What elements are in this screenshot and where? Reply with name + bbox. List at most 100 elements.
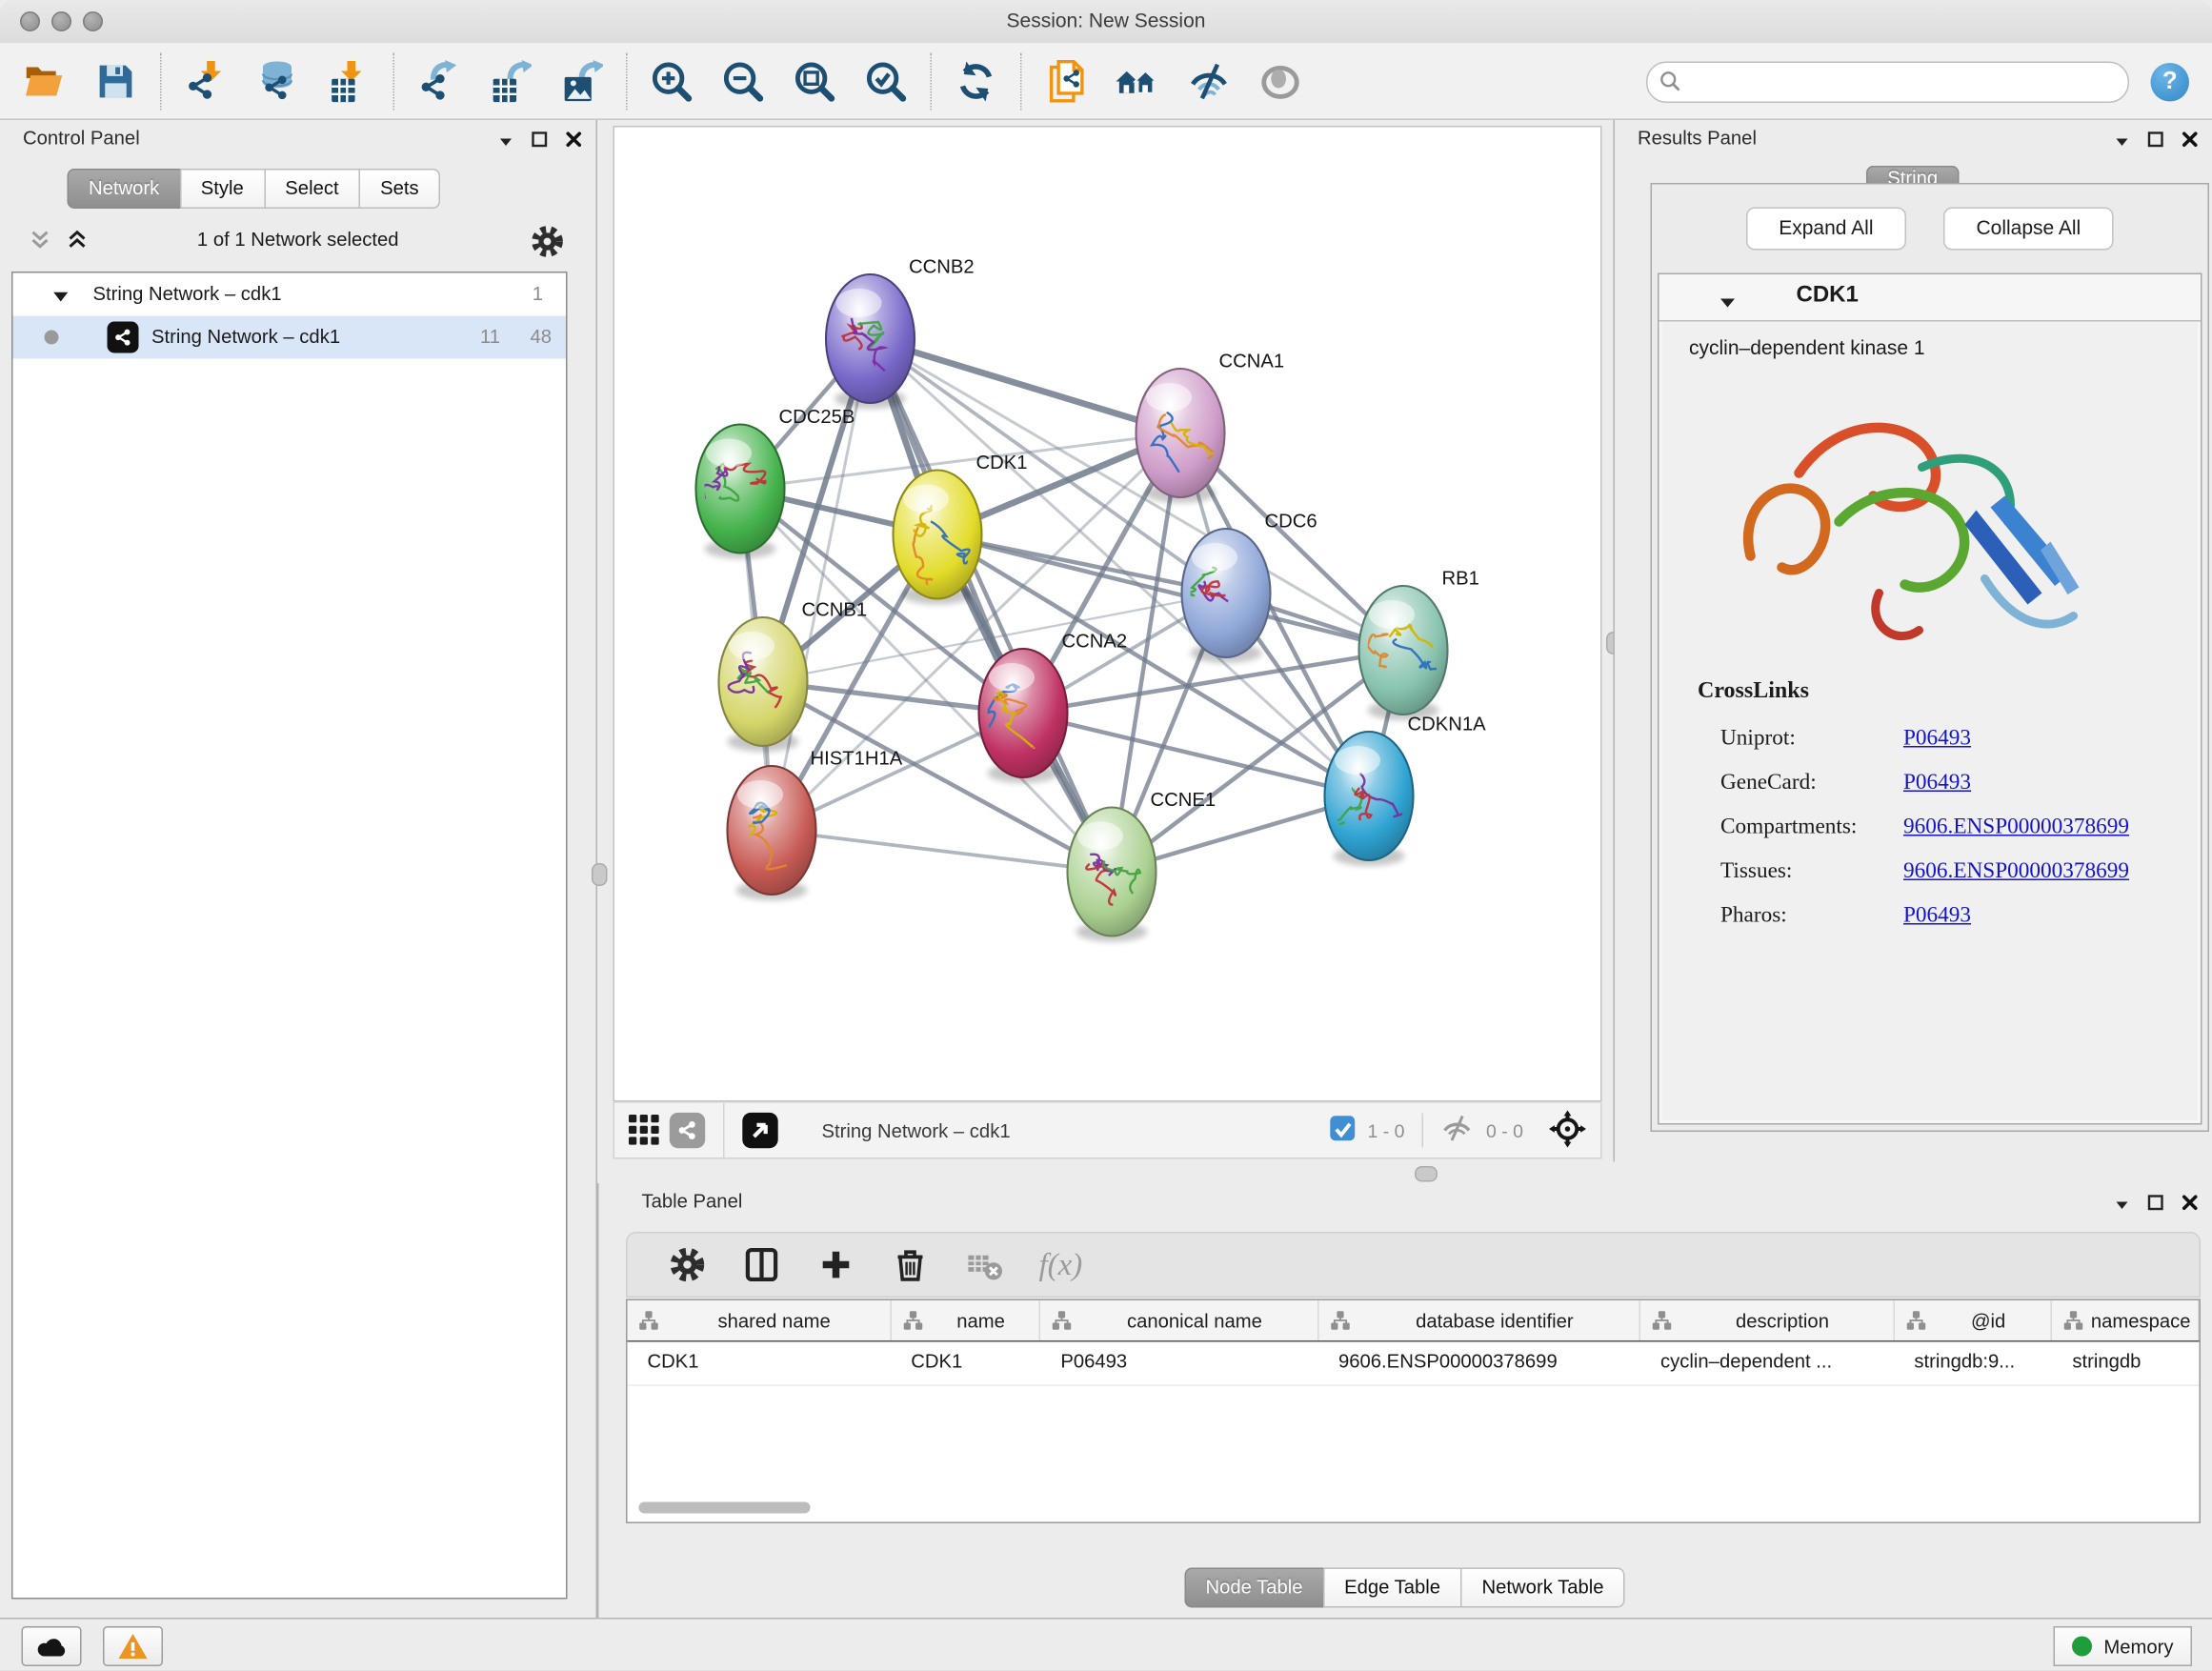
- import-database-icon[interactable]: [253, 56, 302, 105]
- table-cell[interactable]: P06493: [1040, 1342, 1318, 1385]
- gene-section-header[interactable]: CDK1: [1659, 274, 2202, 322]
- import-table-icon[interactable]: [325, 56, 373, 105]
- table-cell[interactable]: CDK1: [891, 1342, 1040, 1385]
- warning-icon: [117, 1632, 149, 1661]
- zoom-out-icon[interactable]: [719, 56, 768, 105]
- warning-status-button[interactable]: [103, 1626, 163, 1666]
- export-image-icon[interactable]: [557, 56, 606, 105]
- panel-menu-icon[interactable]: [499, 131, 513, 152]
- network-node[interactable]: RB1: [1359, 569, 1479, 721]
- crosslink-link[interactable]: P06493: [1903, 902, 1971, 927]
- collection-name: String Network – cdk1: [93, 273, 282, 316]
- panel-float-icon[interactable]: [2148, 131, 2164, 152]
- panel-float-icon[interactable]: [532, 131, 548, 152]
- column-header-canonical-name[interactable]: canonical name: [1040, 1300, 1318, 1340]
- table-settings-gear-icon[interactable]: [668, 1245, 708, 1285]
- birdseye-view-icon[interactable]: [739, 1109, 782, 1152]
- import-network-icon[interactable]: [182, 56, 231, 105]
- table-tabs: Node TableEdge TableNetwork Table: [599, 1568, 2212, 1608]
- tab-select[interactable]: Select: [264, 169, 360, 209]
- network-node[interactable]: HIST1H1A: [728, 749, 903, 901]
- hide-panel-icon[interactable]: [1185, 56, 1234, 105]
- network-options-gear-icon[interactable]: [531, 225, 565, 264]
- crosslink-link[interactable]: P06493: [1903, 725, 1971, 750]
- crosslink-link[interactable]: 9606.ENSP00000378699: [1903, 814, 2129, 838]
- network-edge[interactable]: [871, 339, 1181, 433]
- column-header-shared-name[interactable]: shared name: [628, 1300, 892, 1340]
- table-row[interactable]: CDK1CDK1P064939606.ENSP00000378699cyclin…: [628, 1342, 2200, 1387]
- column-header--id[interactable]: @id: [1894, 1300, 2052, 1340]
- tab-style[interactable]: Style: [179, 169, 265, 209]
- network-node[interactable]: CDK1: [894, 453, 1028, 604]
- network-view-toolbar: String Network – cdk1 1 - 0 0 - 0: [613, 1102, 1602, 1159]
- refresh-icon[interactable]: [952, 56, 1000, 105]
- network-node[interactable]: CCNB1: [719, 600, 868, 753]
- hidden-eye-icon[interactable]: [1440, 1113, 1475, 1149]
- crosslink-link[interactable]: 9606.ENSP00000378699: [1903, 858, 2129, 883]
- help-icon[interactable]: ?: [2151, 63, 2190, 102]
- column-header-namespace[interactable]: namespace: [2052, 1300, 2199, 1340]
- column-header-name[interactable]: name: [891, 1300, 1040, 1340]
- left-splitter-handle[interactable]: [592, 863, 608, 886]
- show-columns-icon[interactable]: [742, 1245, 782, 1285]
- collection-expand-icon[interactable]: [53, 276, 70, 319]
- save-session-icon[interactable]: [91, 56, 140, 105]
- collapse-all-button[interactable]: Collapse All: [1943, 208, 2114, 251]
- network-tree-row[interactable]: String Network – cdk1 11 48: [13, 316, 567, 359]
- eye-icon[interactable]: [1257, 56, 1305, 105]
- panel-close-icon[interactable]: [2182, 131, 2199, 152]
- column-header-description[interactable]: description: [1640, 1300, 1894, 1340]
- panel-menu-icon[interactable]: [2115, 131, 2129, 152]
- selected-checkbox-icon[interactable]: [1329, 1115, 1357, 1146]
- open-session-icon[interactable]: [20, 56, 69, 105]
- panel-close-icon[interactable]: [2182, 1194, 2199, 1216]
- network-edge[interactable]: [871, 339, 1113, 873]
- zoom-selected-icon[interactable]: [862, 56, 911, 105]
- network-node[interactable]: CDKN1A: [1325, 715, 1487, 867]
- network-node[interactable]: CCNA1: [1136, 352, 1285, 504]
- delete-column-icon[interactable]: [891, 1245, 931, 1285]
- network-badge-icon[interactable]: [666, 1109, 709, 1152]
- network-canvas[interactable]: CCNB2 CCNA1 CDC25B CDK1 CDC6 RB1 CCNB1: [613, 126, 1602, 1102]
- cytoscape-window: Session: New Session ? Control Panel Net…: [0, 0, 2212, 1671]
- horizontal-splitter[interactable]: [597, 1162, 2212, 1184]
- panel-menu-icon[interactable]: [2115, 1194, 2129, 1216]
- tab-network[interactable]: Network: [68, 169, 181, 209]
- table-cell[interactable]: 9606.ENSP00000378699: [1318, 1342, 1640, 1385]
- network-tree-row[interactable]: String Network – cdk1 1: [13, 273, 567, 316]
- zoom-fit-icon[interactable]: [791, 56, 839, 105]
- tab-edge-table[interactable]: Edge Table: [1323, 1568, 1462, 1608]
- memory-button[interactable]: Memory: [2054, 1626, 2192, 1666]
- expand-all-button[interactable]: Expand All: [1746, 208, 1906, 251]
- horizontal-splitter-handle[interactable]: [1415, 1166, 1438, 1182]
- tab-sets[interactable]: Sets: [359, 169, 441, 209]
- network-edge[interactable]: [772, 831, 1112, 873]
- export-network-icon[interactable]: [414, 56, 463, 105]
- grid-view-icon[interactable]: [623, 1109, 666, 1152]
- crosslink-label: Tissues:: [1698, 858, 1903, 884]
- fit-target-icon[interactable]: [1549, 1110, 1586, 1152]
- tab-node-table[interactable]: Node Table: [1184, 1568, 1324, 1608]
- table-cell[interactable]: stringdb: [2052, 1342, 2199, 1385]
- table-horizontal-scrollbar[interactable]: [639, 1502, 811, 1514]
- homes-icon[interactable]: [1114, 56, 1162, 105]
- function-builder-icon[interactable]: f(x): [1039, 1246, 1083, 1283]
- crosslink-link[interactable]: P06493: [1903, 770, 1971, 795]
- cloud-status-button[interactable]: [22, 1626, 82, 1666]
- tab-network-table[interactable]: Network Table: [1460, 1568, 1625, 1608]
- table-cell[interactable]: cyclin–dependent ...: [1640, 1342, 1894, 1385]
- network-node[interactable]: CCNE1: [1068, 790, 1217, 942]
- panel-close-icon[interactable]: [566, 131, 582, 152]
- column-header-database-identifier[interactable]: database identifier: [1318, 1300, 1640, 1340]
- search-input[interactable]: [1691, 66, 2111, 99]
- delete-table-icon[interactable]: [965, 1245, 1005, 1285]
- table-cell[interactable]: CDK1: [628, 1342, 892, 1385]
- crosslink-label: GeneCard:: [1698, 770, 1903, 795]
- add-column-icon[interactable]: [816, 1245, 856, 1285]
- zoom-in-icon[interactable]: [648, 56, 696, 105]
- share-document-icon[interactable]: [1042, 56, 1091, 105]
- collapse-gene-icon[interactable]: [1719, 292, 1737, 313]
- table-cell[interactable]: stringdb:9...: [1894, 1342, 2052, 1385]
- export-table-icon[interactable]: [486, 56, 534, 105]
- panel-float-icon[interactable]: [2148, 1194, 2164, 1216]
